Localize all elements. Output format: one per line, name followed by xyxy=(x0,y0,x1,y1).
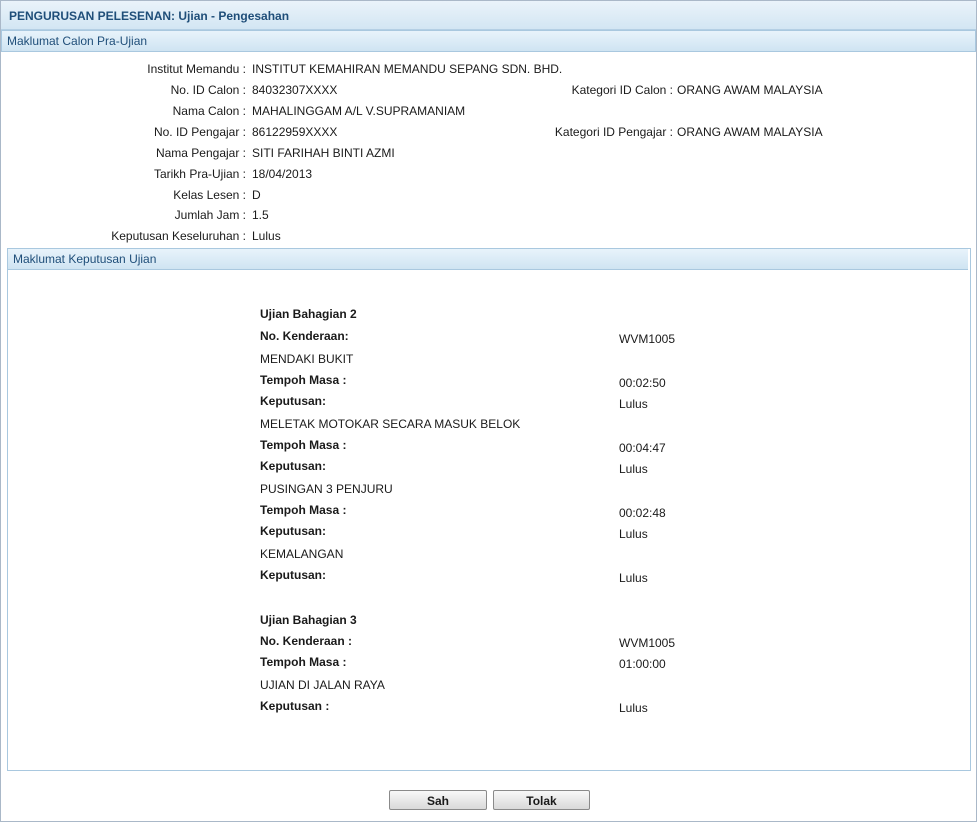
keputusan-label: Keputusan : xyxy=(260,699,330,713)
institut-label: Institut Memandu : xyxy=(147,62,246,76)
section-header-keputusan: Maklumat Keputusan Ujian xyxy=(8,249,968,270)
jam-label: Jumlah Jam : xyxy=(174,208,246,222)
kategori-pengajar-label: Kategori ID Pengajar : xyxy=(554,125,673,139)
test-item-name: PUSINGAN 3 PENJURU xyxy=(260,482,393,496)
kategori-pengajar-value: ORANG AWAM MALAYSIA xyxy=(677,125,823,139)
keputusan-label: Keputusan: xyxy=(260,459,326,473)
kelas-label: Kelas Lesen : xyxy=(173,188,246,202)
id-calon-value: 84032307XXXX xyxy=(252,83,338,97)
nama-calon-label: Nama Calon : xyxy=(172,104,246,118)
keputusan-value: Lulus xyxy=(619,397,648,411)
keputusan-label: Keputusan: xyxy=(260,568,326,582)
test-item-name: UJIAN DI JALAN RAYA xyxy=(260,678,385,692)
bahagian3-kenderaan-value: WVM1005 xyxy=(619,636,676,650)
section-header-calon: Maklumat Calon Pra-Ujian xyxy=(1,30,976,52)
jam-value: 1.5 xyxy=(252,208,269,222)
tempoh-masa-label: Tempoh Masa : xyxy=(260,373,347,387)
tempoh-masa-label: Tempoh Masa : xyxy=(260,655,347,669)
test-item-name: MENDAKI BUKIT xyxy=(260,352,354,366)
tempoh-masa-label: Tempoh Masa : xyxy=(260,503,347,517)
tempoh-masa-label: Tempoh Masa : xyxy=(260,438,347,452)
keputusan-value: Lulus xyxy=(619,571,648,585)
bahagian3-heading: Ujian Bahagian 3 xyxy=(260,613,357,627)
institut-value: INSTITUT KEMAHIRAN MEMANDU SEPANG SDN. B… xyxy=(252,62,563,76)
sah-button[interactable]: Sah xyxy=(389,790,487,810)
section-title-keputusan: Maklumat Keputusan Ujian xyxy=(13,252,157,266)
test-item-name: MELETAK MOTOKAR SECARA MASUK BELOK xyxy=(260,417,521,431)
tempoh-masa-value: 01:00:00 xyxy=(619,657,666,671)
keputusan-value: Lulus xyxy=(619,527,648,541)
bahagian2-heading: Ujian Bahagian 2 xyxy=(260,307,357,321)
bahagian2-kenderaan-value: WVM1005 xyxy=(619,332,676,346)
tempoh-masa-value: 00:04:47 xyxy=(619,441,666,455)
page-header: PENGURUSAN PELESENAN: Ujian - Pengesahan xyxy=(1,1,976,30)
tempoh-masa-value: 00:02:50 xyxy=(619,376,666,390)
id-pengajar-label: No. ID Pengajar : xyxy=(153,125,246,139)
keputusan-value: Lulus xyxy=(619,701,648,715)
id-pengajar-value: 86122959XXXX xyxy=(252,125,338,139)
keputusan-label: Keputusan: xyxy=(260,394,326,408)
nama-calon-value: MAHALINGGAM A/L V.SUPRAMANIAM xyxy=(252,104,466,118)
page-title: PENGURUSAN PELESENAN: Ujian - Pengesahan xyxy=(9,9,290,23)
nama-pengajar-value: SITI FARIHAH BINTI AZMI xyxy=(252,146,395,160)
section-title-calon: Maklumat Calon Pra-Ujian xyxy=(7,34,148,48)
id-calon-label: No. ID Calon : xyxy=(170,83,246,97)
bahagian3-kenderaan-label: No. Kenderaan : xyxy=(260,634,353,648)
tarikh-label: Tarikh Pra-Ujian : xyxy=(153,167,246,181)
test-item-name: KEMALANGAN xyxy=(260,547,344,561)
keputusan-value: Lulus xyxy=(619,462,648,476)
nama-pengajar-label: Nama Pengajar : xyxy=(155,146,246,160)
tempoh-masa-value: 00:02:48 xyxy=(619,506,666,520)
result-panel: Maklumat Keputusan Ujian Ujian Bahagian … xyxy=(7,248,971,771)
kategori-calon-value: ORANG AWAM MALAYSIA xyxy=(677,83,823,97)
kategori-calon-label: Kategori ID Calon : xyxy=(571,83,673,97)
tarikh-value: 18/04/2013 xyxy=(252,167,313,181)
kelas-value: D xyxy=(252,188,261,202)
tolak-button[interactable]: Tolak xyxy=(493,790,590,810)
keputusan-keseluruhan-label: Keputusan Keseluruhan : xyxy=(111,229,246,243)
keputusan-keseluruhan-value: Lulus xyxy=(252,229,281,243)
keputusan-label: Keputusan: xyxy=(260,524,326,538)
bahagian2-kenderaan-label: No. Kenderaan: xyxy=(260,329,349,343)
